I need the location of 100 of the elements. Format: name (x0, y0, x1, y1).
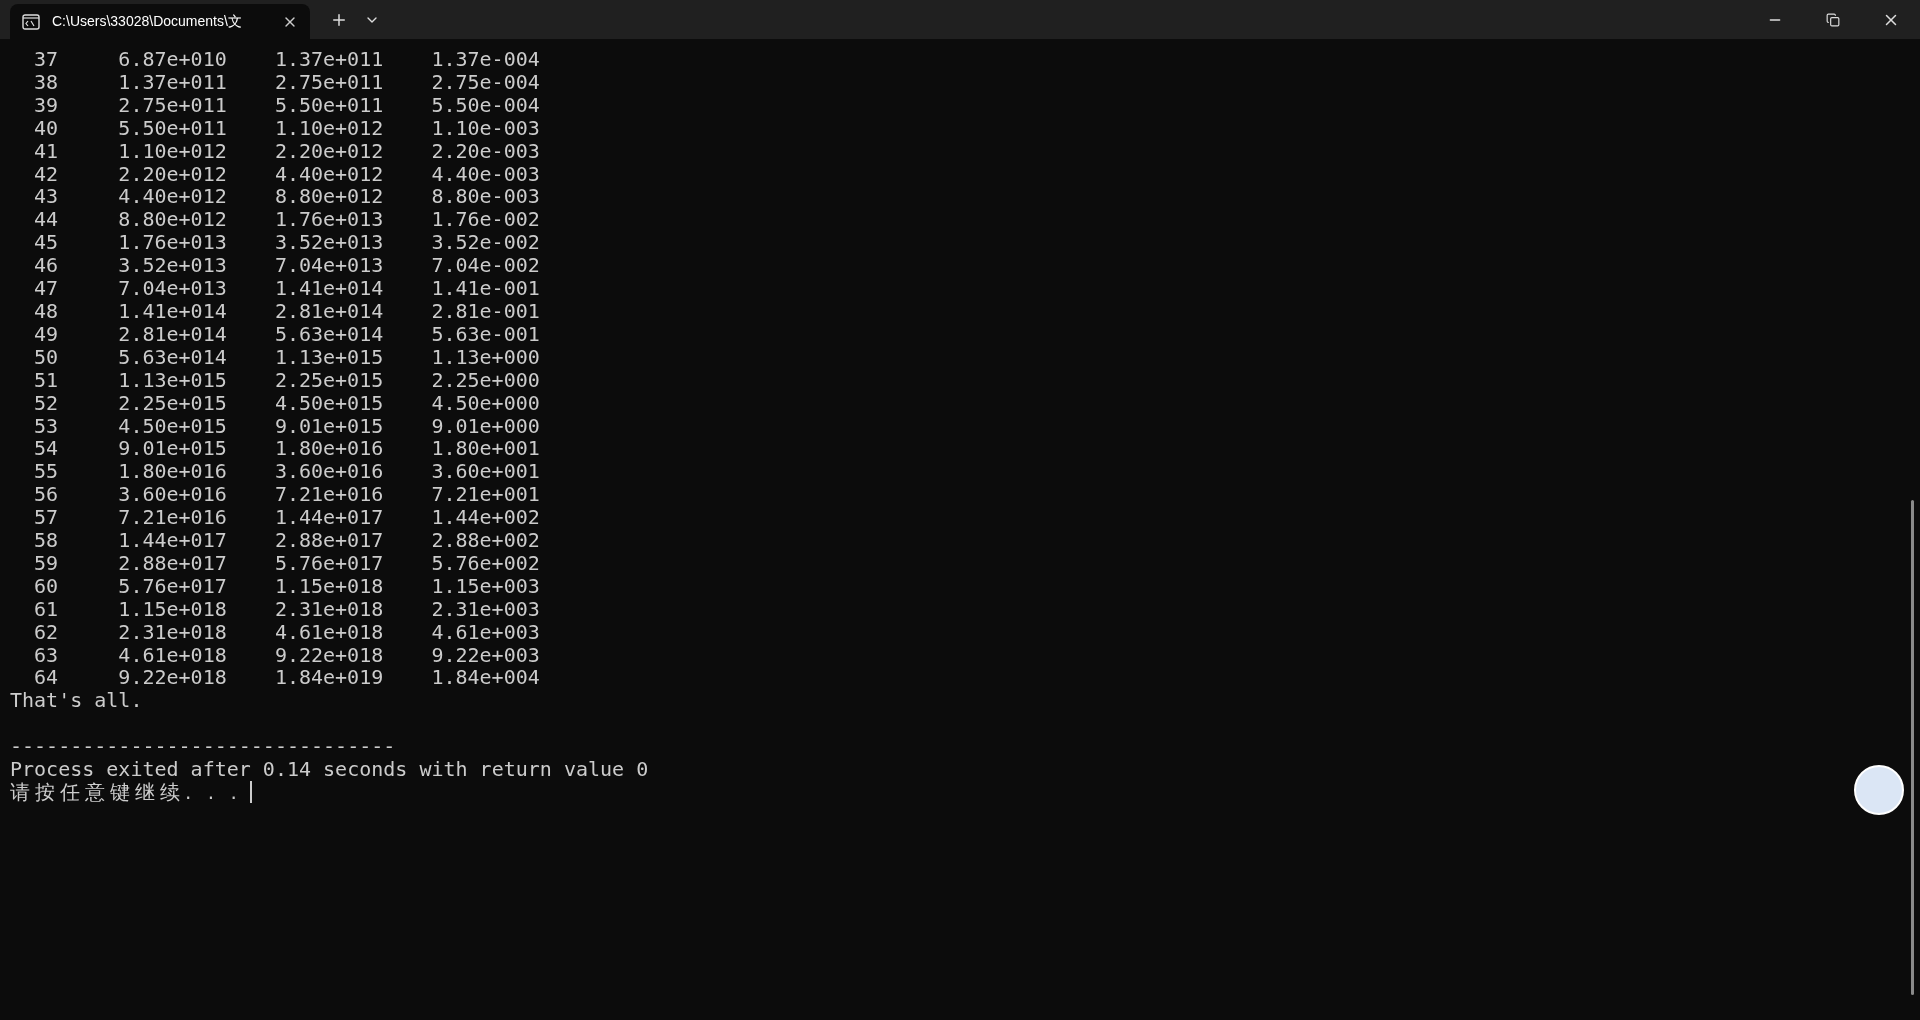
value-text: 2.75e+011 (274, 70, 384, 94)
value-text: 4.40e+012 (274, 162, 384, 186)
value-text: 1.84e+019 (274, 666, 384, 690)
value-text: 2.25e+015 (274, 368, 384, 392)
value-text: 2.88e+017 (118, 551, 227, 575)
value-text: 7.04e+013 (274, 254, 384, 278)
value-text: 1.10e+012 (274, 116, 384, 140)
row-number: 53 (34, 414, 59, 438)
prompt-text: 请按任意键继续. . . (10, 781, 242, 804)
console-icon (22, 13, 40, 30)
value-text: 7.04e-002 (431, 254, 540, 278)
row-number: 43 (34, 185, 59, 209)
value-text: 1.37e-004 (431, 48, 540, 71)
value-text: 5.50e-004 (431, 93, 540, 117)
row-number: 54 (34, 437, 59, 461)
value-text: 5.63e-001 (431, 322, 540, 346)
value-text: 9.22e+018 (274, 643, 384, 667)
value-text: 1.37e+011 (118, 70, 227, 94)
row-number: 60 (34, 574, 59, 598)
row-number: 56 (34, 483, 59, 507)
value-text: 1.41e-001 (431, 277, 540, 300)
value-text: 2.20e+012 (274, 139, 384, 163)
row-number: 52 (34, 391, 59, 415)
value-text: 8.80e-003 (431, 185, 540, 209)
row-number: 42 (34, 162, 59, 186)
value-text: 2.81e+014 (118, 322, 227, 346)
value-text: 1.37e+011 (274, 48, 384, 71)
value-text: 4.40e-003 (431, 162, 540, 186)
value-text: 2.81e-001 (431, 299, 540, 323)
row-number: 45 (34, 231, 59, 255)
scrollbar-thumb[interactable] (1911, 500, 1914, 995)
row-number: 41 (34, 139, 59, 163)
value-text: 7.04e+013 (118, 277, 227, 300)
value-text: 5.76e+002 (431, 551, 540, 575)
value-text: 3.60e+001 (431, 460, 540, 484)
value-text: 1.13e+015 (118, 368, 227, 392)
value-text: 7.21e+001 (431, 483, 540, 507)
value-text: 2.75e+011 (118, 93, 227, 117)
value-text: 1.41e+014 (274, 277, 384, 300)
value-text: 2.25e+000 (431, 368, 540, 392)
value-text: 1.44e+002 (431, 506, 540, 530)
value-text: 1.15e+018 (274, 574, 384, 598)
output-line: -------------------------------- (10, 734, 396, 759)
row-number: 57 (34, 506, 59, 530)
row-number: 39 (34, 93, 59, 117)
row-number: 49 (34, 322, 59, 346)
value-text: 1.41e+014 (118, 299, 227, 323)
text-cursor (249, 781, 252, 804)
value-text: 2.88e+002 (431, 529, 540, 552)
value-text: 1.44e+017 (118, 529, 227, 552)
row-number: 63 (34, 643, 59, 667)
value-text: 9.22e+003 (431, 643, 540, 667)
value-text: 2.31e+018 (274, 597, 384, 621)
value-text: 1.15e+018 (118, 597, 227, 621)
value-text: 1.10e+012 (118, 139, 227, 163)
value-text: 4.61e+018 (274, 620, 384, 644)
row-number: 37 (34, 48, 59, 71)
value-text: 4.50e+000 (431, 391, 540, 415)
value-text: 7.21e+016 (118, 506, 227, 530)
row-number: 55 (34, 460, 59, 484)
value-text: 5.63e+014 (118, 345, 227, 369)
avatar[interactable] (1854, 765, 1904, 815)
value-text: 3.60e+016 (118, 483, 227, 507)
restore-icon[interactable] (1826, 12, 1840, 27)
value-text: 6.87e+010 (118, 48, 227, 71)
value-text: 2.20e+012 (118, 162, 227, 186)
row-number: 58 (34, 529, 59, 552)
value-text: 1.84e+004 (431, 666, 540, 690)
value-text: 1.13e+015 (274, 345, 384, 369)
row-number: 62 (34, 620, 59, 644)
value-text: 5.76e+017 (274, 551, 384, 575)
row-number: 38 (34, 70, 59, 94)
value-text: 5.63e+014 (274, 322, 384, 346)
value-text: 4.40e+012 (118, 185, 227, 209)
value-text: 9.01e+015 (118, 437, 227, 461)
value-text: 9.22e+018 (118, 666, 227, 690)
value-text: 1.10e-003 (431, 116, 540, 140)
value-text: 1.80e+016 (118, 460, 227, 484)
terminal-tab[interactable]: C:\Users\33028\Documents\文 (10, 4, 310, 39)
value-text: 2.31e+003 (431, 597, 540, 621)
value-text: 1.13e+000 (431, 345, 540, 369)
value-text: 4.50e+015 (274, 391, 384, 415)
value-text: 2.20e-003 (431, 139, 540, 163)
value-text: 8.80e+012 (274, 185, 384, 209)
row-number: 46 (34, 254, 59, 278)
row-number: 59 (34, 551, 59, 575)
value-text: 5.76e+017 (118, 574, 227, 598)
value-text: 4.61e+003 (431, 620, 540, 644)
value-text: 9.01e+015 (274, 414, 384, 438)
row-number: 61 (34, 597, 59, 621)
value-text: 1.80e+016 (274, 437, 384, 461)
value-text: 7.21e+016 (274, 483, 384, 507)
row-number: 50 (34, 345, 59, 369)
value-text: 2.25e+015 (118, 391, 227, 415)
value-text: 4.50e+015 (118, 414, 227, 438)
value-text: 8.80e+012 (118, 208, 227, 232)
value-text: 2.88e+017 (274, 529, 384, 552)
value-text: 9.01e+000 (431, 414, 540, 438)
value-text: 5.50e+011 (118, 116, 227, 140)
value-text: 1.15e+003 (431, 574, 540, 598)
